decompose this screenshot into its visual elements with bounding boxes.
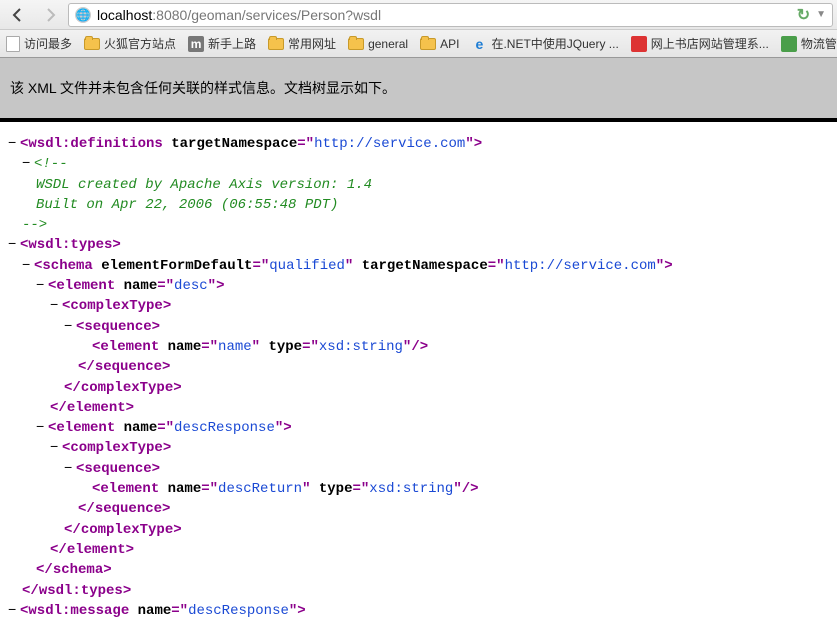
red-icon [631,36,647,52]
green-icon [781,36,797,52]
xml-style-notice: 该 XML 文件并未包含任何关联的样式信息。文档树显示如下。 [0,58,837,122]
bookmarks-bar: 访问最多 火狐官方站点 m新手上路 常用网址 general API e在.NE… [0,30,837,58]
url-text: localhost:8080/geoman/services/Person?ws… [97,7,381,23]
ie-icon: e [471,36,487,52]
bookmark-most-visited[interactable]: 访问最多 [6,35,72,52]
toggle-icon[interactable]: − [64,317,76,337]
reload-icon[interactable]: ↻ [797,5,810,25]
toggle-icon[interactable]: − [50,438,62,458]
toggle-icon[interactable]: − [36,276,48,296]
page-icon [6,36,20,52]
toggle-icon[interactable]: − [8,601,20,621]
forward-button[interactable] [36,3,64,27]
toggle-icon[interactable]: − [22,256,34,276]
xml-comment: WSDL created by Apache Axis version: 1.4 [8,175,829,195]
folder-icon [84,38,100,50]
url-field[interactable]: localhost:8080/geoman/services/Person?ws… [68,3,833,27]
toggle-icon[interactable]: − [8,235,20,255]
toggle-icon[interactable]: − [64,459,76,479]
folder-icon [420,38,436,50]
url-dropdown-icon[interactable]: ▼ [816,9,826,20]
bookmark-logistics[interactable]: 物流管理源 [781,35,837,52]
toggle-icon[interactable]: − [50,296,62,316]
xml-viewer: −<wsdl:definitions targetNamespace="http… [0,122,837,633]
bookmark-firefox[interactable]: 火狐官方站点 [84,35,176,52]
xml-comment: Built on Apr 22, 2006 (06:55:48 PDT) [8,195,829,215]
m-icon: m [188,36,204,52]
bookmark-bookstore[interactable]: 网上书店网站管理系... [631,35,769,52]
address-bar: localhost:8080/geoman/services/Person?ws… [0,0,837,30]
folder-icon [348,38,364,50]
globe-icon [75,7,91,23]
bookmark-api[interactable]: API [420,36,459,52]
bookmark-common-urls[interactable]: 常用网址 [268,35,336,52]
bookmark-general[interactable]: general [348,36,408,52]
toggle-icon[interactable]: − [8,134,20,154]
back-button[interactable] [4,3,32,27]
folder-icon [268,38,284,50]
toggle-icon[interactable]: − [22,154,34,174]
bookmark-net-jquery[interactable]: e在.NET中使用JQuery ... [471,35,618,52]
toggle-icon[interactable]: − [36,418,48,438]
bookmark-getting-started[interactable]: m新手上路 [188,35,256,52]
